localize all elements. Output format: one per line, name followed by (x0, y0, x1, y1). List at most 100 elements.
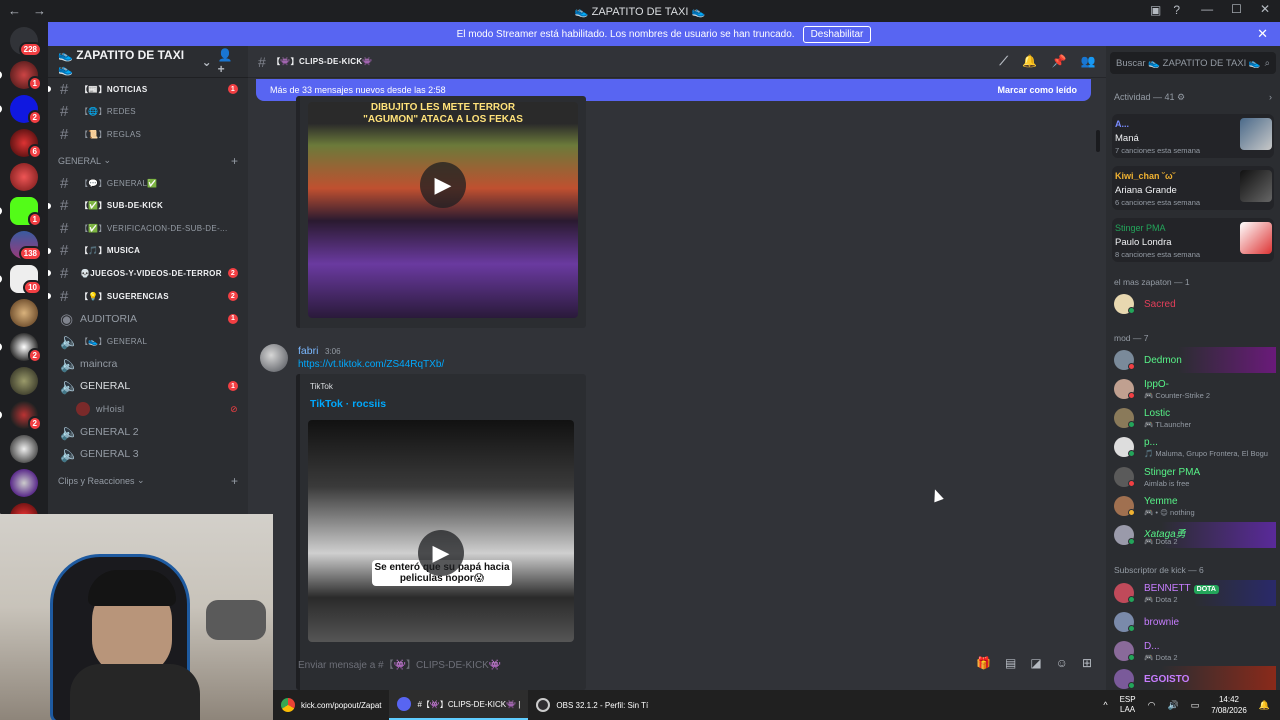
wifi-icon[interactable]: ◠ (1148, 700, 1156, 711)
gif-icon[interactable]: ▤ (1005, 656, 1016, 670)
volume-icon[interactable]: 🔊 (1167, 700, 1178, 711)
taskbar-item-chrome[interactable]: kick.com/popout/Zapat (273, 690, 389, 720)
taskbar-item-obs[interactable]: OBS 32.1.2 - Perfil: Sin Tí (528, 690, 656, 720)
members-icon[interactable]: 👥 (1081, 54, 1096, 69)
unread-badge: 1 (228, 313, 238, 324)
speaker-icon: 🔈 (60, 378, 79, 396)
channel-item[interactable]: # 💀JUEGOS-Y-VIDEOS-DE-TERROR 2 (48, 262, 248, 285)
emoji-icon[interactable]: ☺ (1056, 656, 1068, 670)
taskbar-item-discord[interactable]: #【👾】CLIPS-DE-KICK👾 | (389, 690, 529, 720)
chevron-up-icon[interactable]: ^ (1103, 700, 1107, 710)
channel-item[interactable]: # 【✅】VERIFICACION-DE-SUB-DE-... (48, 217, 248, 240)
message-input[interactable]: Enviar mensaje a #【👾】CLIPS-DE-KICK👾 🎁 ▤ … (274, 648, 1100, 678)
embed-title[interactable]: TikTok · rocsiis (310, 398, 386, 410)
clock[interactable]: 14:42 7/08/2026 (1211, 694, 1247, 716)
forward-icon[interactable]: → (33, 3, 46, 18)
channel-item[interactable]: # 【🌐】REDES (48, 101, 248, 124)
video-player[interactable]: DIBUJITO LES METE TERROR "AGUMON" ATACA … (308, 102, 578, 318)
server-icon[interactable]: 6 (10, 129, 42, 159)
gift-icon[interactable]: 🎁 (976, 656, 991, 670)
server-icon[interactable]: 1 (0, 61, 42, 91)
member-item[interactable]: IppO- 🎮 Counter-Strike 2 (1112, 376, 1276, 402)
server-icon[interactable] (10, 299, 38, 327)
member-item[interactable]: Stinger PMA Aimlab is free (1112, 464, 1276, 490)
activity-header[interactable]: Actividad — 41 ⚙ › (1114, 92, 1272, 103)
close-button[interactable]: ✕ (1260, 2, 1270, 16)
help-icon[interactable]: ? (1173, 3, 1180, 17)
language-indicator[interactable]: ESP LAA (1120, 695, 1136, 715)
system-tray: ^ ESP LAA ◠ 🔊 ▭ 14:42 7/08/2026 🔔 (1103, 694, 1280, 716)
activity-card[interactable]: Kiwi_chan ˘ω˘ Ariana Grande 6 canciones … (1112, 166, 1274, 210)
voice-channel-item[interactable]: 🔈 GENERAL 2 (48, 420, 248, 443)
server-icon[interactable]: 2 (0, 401, 42, 431)
maximize-button[interactable]: ☐ (1231, 2, 1242, 16)
member-item[interactable]: Sacred (1112, 291, 1276, 317)
channel-item[interactable]: # 【📜】REGLAS (48, 123, 248, 146)
server-icon[interactable]: 10 (0, 265, 42, 295)
channel-item[interactable]: # 【💡】SUGERENCIAS 2 (48, 285, 248, 308)
avatar[interactable] (260, 344, 288, 372)
inbox-icon[interactable]: ▣ (1150, 3, 1161, 17)
close-icon[interactable]: ✕ (1257, 26, 1268, 42)
channel-item[interactable]: # 【💬】GENERAL✅ (48, 172, 248, 195)
notification-icon[interactable]: 🔔 (1259, 700, 1270, 711)
activity-card[interactable]: A... Maná 7 canciones esta semana (1112, 114, 1274, 158)
member-item[interactable]: p... 🎵 Maluma, Grupo Frontera, El Bogu (1112, 434, 1276, 460)
member-item[interactable]: Yemme 🎮 • 😊 nothing (1112, 493, 1276, 519)
member-item[interactable]: Lostic 🎮 TLauncher (1112, 405, 1276, 431)
scrollbar[interactable] (1096, 130, 1100, 152)
mark-read-button[interactable]: Marcar como leído (997, 85, 1077, 95)
webcam-person-hair (88, 570, 176, 606)
streamer-mode-banner: El modo Streamer está habilitado. Los no… (48, 22, 1280, 46)
member-item[interactable]: Dedmon (1112, 347, 1276, 373)
server-icon[interactable]: 2 (0, 333, 42, 363)
pin-icon[interactable]: 📌 (1052, 54, 1067, 69)
server-icon[interactable] (10, 367, 38, 395)
voice-channel-item[interactable]: 🔈 GENERAL 3 (48, 443, 248, 466)
message-link[interactable]: https://vt.tiktok.com/ZS44RqTXb/ (298, 359, 444, 370)
add-channel-icon[interactable]: + (231, 474, 238, 488)
minimize-button[interactable]: — (1201, 2, 1213, 16)
back-icon[interactable]: ← (8, 3, 21, 18)
server-icon[interactable] (10, 163, 38, 191)
search-input[interactable]: Buscar 👟 ZAPATITO DE TAXI 👟 ⌕ (1110, 52, 1276, 74)
album-art (1240, 118, 1272, 150)
disable-streamer-button[interactable]: Deshabilitar (802, 25, 872, 43)
apps-icon[interactable]: ⊞ (1082, 656, 1092, 670)
add-channel-icon[interactable]: + (231, 154, 238, 168)
activity-card[interactable]: Stinger PMA Paulo Londra 8 canciones est… (1112, 218, 1274, 262)
voice-channel-item[interactable]: ◉ AUDITORIA 1 (48, 307, 248, 330)
voice-channel-item[interactable]: 🔈 maincra (48, 353, 248, 376)
kick-server-icon[interactable]: 1 (0, 197, 42, 227)
video-player[interactable]: Se enteró que su papá hacia peliculas no… (308, 420, 574, 642)
voice-channel-item[interactable]: 🔈 GENERAL 1 (48, 375, 248, 398)
voice-channel-item[interactable]: 🔈 【👟】GENERAL (48, 330, 248, 353)
bell-icon[interactable]: 🔔 (1022, 54, 1037, 69)
server-icon[interactable] (10, 469, 38, 497)
channel-item[interactable]: # 【✅】SUB-DE-KICK (48, 194, 248, 217)
chevron-right-icon[interactable]: › (1269, 92, 1272, 103)
play-icon[interactable]: ▶ (418, 530, 464, 576)
member-item[interactable]: Xataga勇 🎮 Dota 2 (1112, 522, 1276, 548)
sticker-icon[interactable]: ◪ (1030, 656, 1041, 670)
channel-item[interactable]: # 【🎵】MUSICA (48, 240, 248, 263)
member-item[interactable]: EGOISTO (1112, 666, 1276, 690)
category-general[interactable]: GENERAL ⌄ + (48, 150, 248, 172)
category-clips[interactable]: Clips y Reacciones ⌄ + (48, 470, 248, 492)
discord-home-icon[interactable]: 228 (10, 27, 42, 57)
mention-badge: 1 (27, 76, 42, 91)
server-icon[interactable]: 2 (0, 95, 42, 125)
member-item[interactable]: D... 🎮 Dota 2 (1112, 638, 1276, 664)
member-item[interactable]: BENNETT DOTA 🎮 Dota 2 (1112, 580, 1276, 606)
message-author[interactable]: fabri (298, 345, 318, 357)
server-icon[interactable] (10, 435, 38, 463)
server-header[interactable]: 👟 ZAPATITO DE TAXI 👟 ⌄ 👤+ (48, 46, 248, 78)
threads-icon[interactable]: ⟋ (1000, 54, 1009, 69)
battery-icon[interactable]: ▭ (1191, 700, 1200, 711)
channel-item[interactable]: # 【📰】NOTICIAS 1 (48, 78, 248, 101)
member-item[interactable]: brownie (1112, 609, 1276, 635)
server-icon[interactable]: 138 (10, 231, 42, 261)
play-icon[interactable]: ▶ (420, 162, 466, 208)
voice-user[interactable]: wHoisl ⊘ (48, 398, 248, 421)
invite-icon[interactable]: 👤+ (218, 48, 238, 76)
